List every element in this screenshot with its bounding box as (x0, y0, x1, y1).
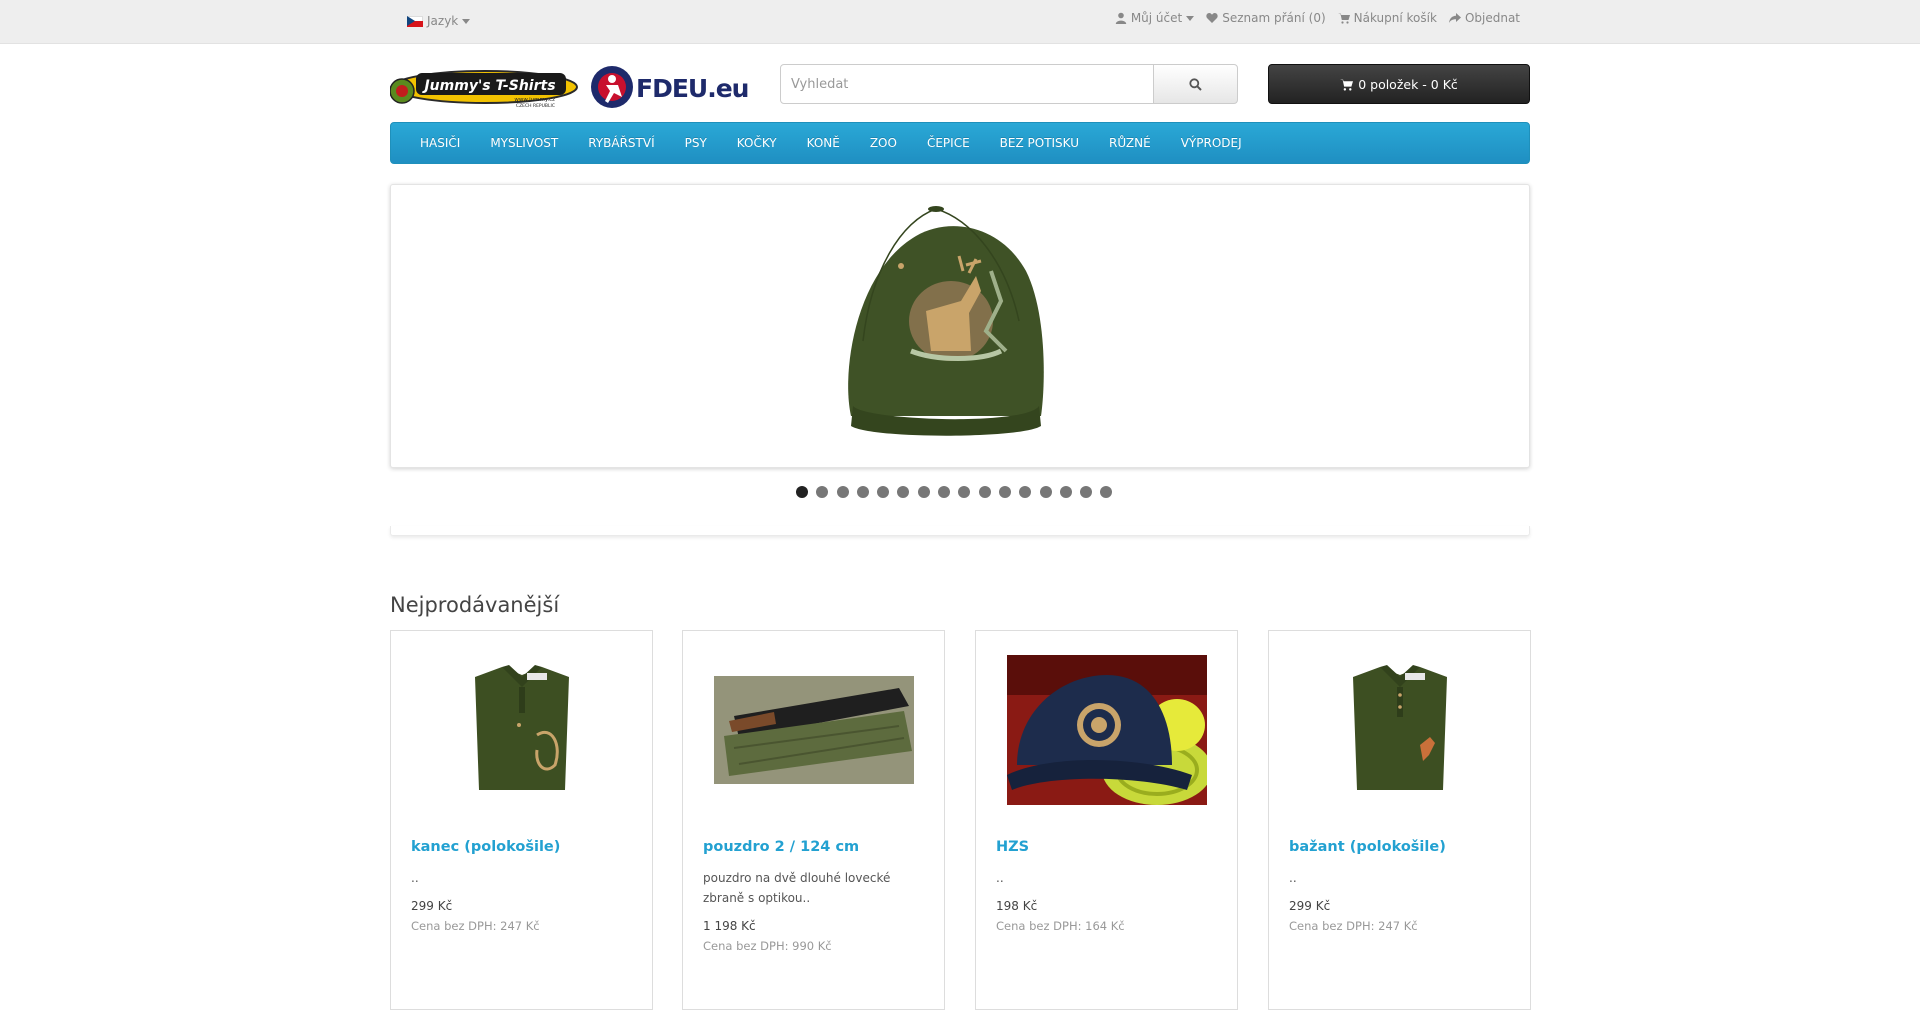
cart-button-label: 0 položek - 0 Kč (1358, 76, 1458, 92)
language-selector[interactable]: Jazyk (407, 14, 471, 28)
slider-dot[interactable] (877, 486, 890, 498)
product-image[interactable] (1299, 655, 1501, 805)
caret-down-icon (1186, 15, 1195, 21)
shopping-cart-icon (1340, 78, 1354, 91)
menu-item-hasici[interactable]: HASIČI (405, 123, 475, 163)
user-icon (1115, 12, 1127, 24)
wishlist-link[interactable]: Seznam přání (0) (1206, 11, 1326, 25)
slider-dot[interactable] (1080, 486, 1093, 498)
shopping-cart-icon (1337, 13, 1350, 24)
top-bar: Jazyk Můj účet Seznam přání (0) Nákupní … (0, 0, 1920, 44)
product-card: kanec (polokošile) .. 299 Kč Cena bez DP… (390, 630, 653, 1010)
slider-dot[interactable] (816, 486, 829, 498)
menu-item-kone[interactable]: KONĚ (792, 123, 855, 163)
account-dropdown[interactable]: Můj účet (1115, 11, 1195, 25)
slider-dot[interactable] (1039, 486, 1052, 498)
cart-label: Nákupní košík (1353, 11, 1437, 25)
slider-dot[interactable] (1059, 486, 1072, 498)
slider-dot[interactable] (958, 486, 971, 498)
jummy-logo[interactable]: Jummy's T-Shirts www.jummy.cz CZECH REPU… (390, 63, 580, 111)
product-image[interactable] (1006, 655, 1208, 805)
slider-dot[interactable] (978, 486, 991, 498)
product-name[interactable]: HZS (996, 839, 1029, 855)
bestsellers-heading: Nejprodávanější (390, 593, 560, 617)
slider-dot[interactable] (1019, 486, 1032, 498)
product-name[interactable]: kanec (polokošile) (411, 839, 560, 855)
product-price-without-tax: Cena bez DPH: 247 Kč (1289, 919, 1418, 933)
share-icon (1448, 13, 1461, 23)
slider-dot[interactable] (856, 486, 869, 498)
slider-dot[interactable] (938, 486, 951, 498)
product-image[interactable] (421, 655, 623, 805)
wishlist-label: Seznam přání (0) (1222, 11, 1326, 25)
menu-item-cepice[interactable]: ČEPICE (912, 123, 985, 163)
menu-item-rybarstvi[interactable]: RYBÁŘSTVÍ (573, 123, 669, 163)
product-price: 299 Kč (1289, 899, 1331, 913)
checkout-label: Objednat (1464, 11, 1520, 25)
search-input[interactable] (780, 64, 1154, 104)
product-card: HZS .. 198 Kč Cena bez DPH: 164 Kč (975, 630, 1238, 1010)
logo1-sub2: CZECH REPUBLIC (516, 103, 555, 109)
search-button[interactable] (1153, 64, 1238, 104)
product-description: .. (411, 871, 419, 885)
product-name[interactable]: pouzdro 2 / 124 cm (703, 839, 859, 855)
content-divider (390, 526, 1530, 536)
cart-link[interactable]: Nákupní košík (1337, 11, 1437, 25)
heart-icon (1206, 13, 1218, 23)
gun-case-image (714, 676, 914, 784)
fire-rescue-cap-image (1007, 655, 1207, 805)
search-box (780, 64, 1238, 104)
main-menu: HASIČI MYSLIVOST RYBÁŘSTVÍ PSY KOČKY KON… (390, 122, 1530, 164)
cart-button[interactable]: 0 položek - 0 Kč (1268, 64, 1530, 104)
czech-flag-icon (407, 15, 423, 27)
language-label: Jazyk (427, 14, 459, 28)
menu-item-myslivost[interactable]: MYSLIVOST (475, 123, 573, 163)
product-price: 299 Kč (411, 899, 453, 913)
banner-slider[interactable] (390, 184, 1530, 468)
product-price-without-tax: Cena bez DPH: 164 Kč (996, 919, 1125, 933)
logo2-text: FDEU.eu (636, 74, 748, 103)
logo1-sub: www.jummy.cz (514, 97, 555, 103)
polo-shirt-image (475, 665, 569, 790)
product-description: pouzdro na dvě dlouhé lovecké zbraně s o… (703, 871, 891, 905)
top-links: Můj účet Seznam přání (0) Nákupní košík … (1115, 11, 1520, 25)
caret-down-icon (462, 18, 471, 24)
checkout-link[interactable]: Objednat (1448, 11, 1520, 25)
menu-item-bez-potisku[interactable]: BEZ POTISKU (985, 123, 1094, 163)
product-description: .. (996, 871, 1004, 885)
search-icon (1189, 77, 1202, 91)
product-description: .. (1289, 871, 1297, 885)
product-price: 1 198 Kč (703, 919, 756, 933)
slider-dot[interactable] (796, 486, 808, 498)
menu-item-vyprodej[interactable]: VÝPRODEJ (1166, 123, 1257, 163)
fdeu-logo[interactable]: FDEU.eu (588, 63, 748, 111)
product-price-without-tax: Cena bez DPH: 247 Kč (411, 919, 540, 933)
product-name[interactable]: bažant (polokošile) (1289, 839, 1446, 855)
menu-item-ruzne[interactable]: RŮZNÉ (1094, 123, 1166, 163)
product-price-without-tax: Cena bez DPH: 990 Kč (703, 939, 832, 953)
product-image[interactable] (713, 655, 915, 805)
menu-item-kocky[interactable]: KOČKY (722, 123, 792, 163)
slider-dot[interactable] (897, 486, 910, 498)
logo1-text: Jummy's T-Shirts (421, 78, 555, 94)
menu-item-zoo[interactable]: ZOO (855, 123, 912, 163)
product-card: pouzdro 2 / 124 cm pouzdro na dvě dlouhé… (682, 630, 945, 1010)
product-card: bažant (polokošile) .. 299 Kč Cena bez D… (1268, 630, 1531, 1010)
slider-dot[interactable] (998, 486, 1011, 498)
product-price: 198 Kč (996, 899, 1038, 913)
slider-pagination (796, 486, 1113, 498)
slide-image (848, 206, 1044, 436)
menu-item-psy[interactable]: PSY (670, 123, 722, 163)
slider-dot[interactable] (917, 486, 930, 498)
polo-shirt-image (1353, 665, 1447, 790)
slider-dot[interactable] (836, 486, 849, 498)
slider-dot[interactable] (1100, 486, 1113, 498)
account-label: Můj účet (1130, 11, 1183, 25)
